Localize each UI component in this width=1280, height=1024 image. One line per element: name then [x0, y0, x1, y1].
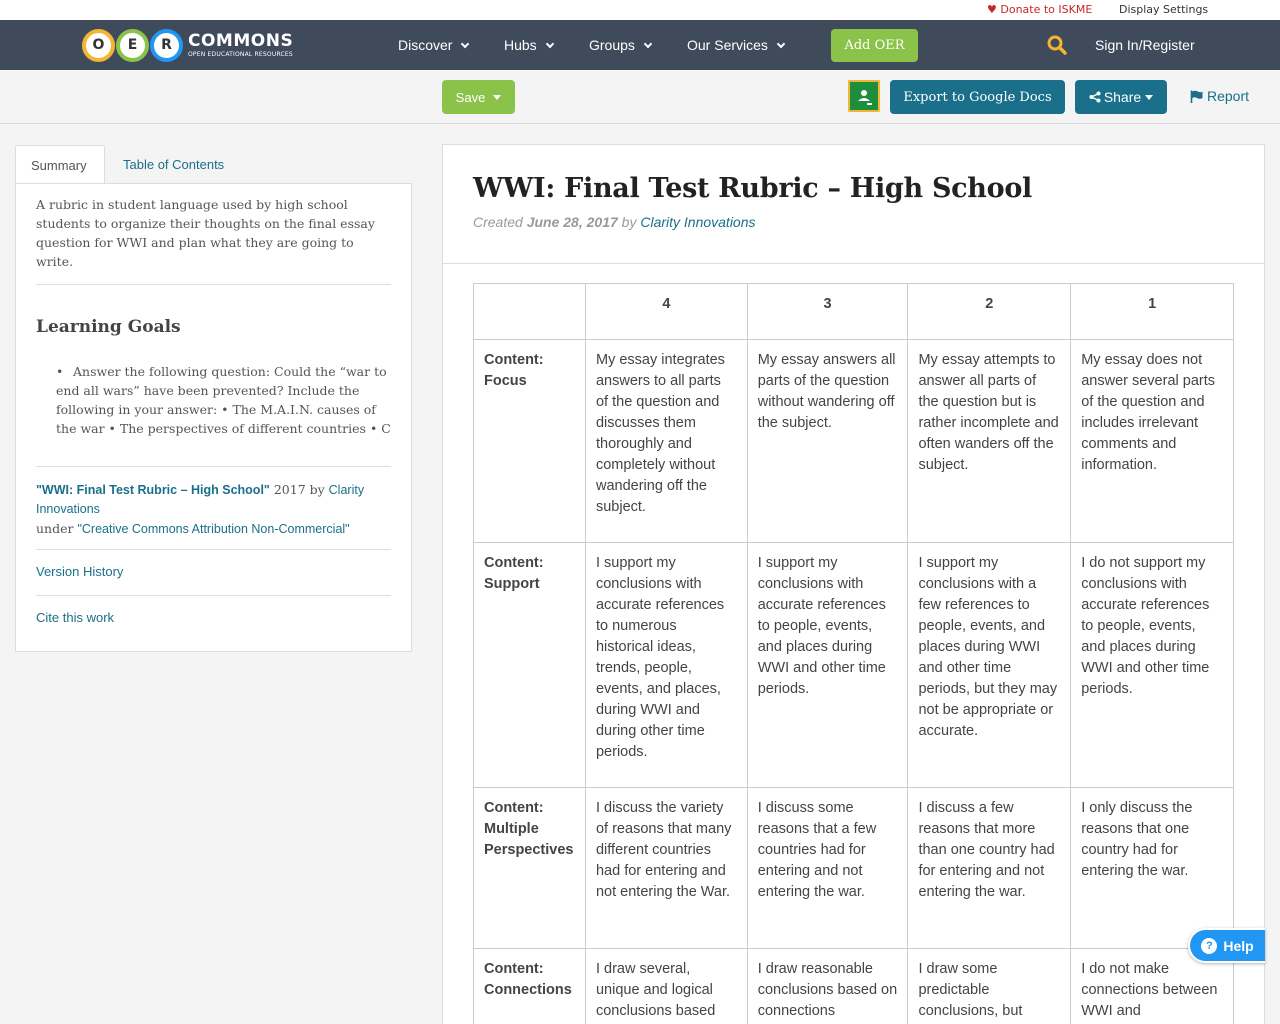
table-row: Content: Connections I draw several, uni…: [473, 948, 1234, 1024]
add-oer-button[interactable]: Add OER: [831, 29, 918, 62]
donate-link[interactable]: ♥ Donate to ISKME: [987, 3, 1092, 16]
table-cell: My essay integrates answers to all parts…: [584, 339, 748, 543]
nav-discover[interactable]: Discover: [398, 37, 470, 53]
table-row: Content: Multiple Perspectives I discuss…: [473, 787, 1234, 949]
nav-our-services[interactable]: Our Services: [687, 37, 786, 53]
chevron-down-icon: [776, 39, 786, 49]
divider: [443, 263, 1264, 264]
share-icon: [1089, 91, 1101, 103]
heart-icon: ♥: [987, 3, 997, 16]
logo-o: O: [82, 28, 115, 62]
criterion-cell: Content: Multiple Perspectives: [473, 787, 586, 949]
criterion-cell: Content: Support: [473, 542, 586, 788]
table-row: Content: Support I support my conclusion…: [473, 542, 1234, 788]
flag-icon: [1190, 90, 1203, 103]
column-header: 4: [584, 283, 748, 340]
tab-summary[interactable]: Summary: [15, 145, 105, 184]
table-cell: I discuss some reasons that a few countr…: [746, 787, 909, 949]
caret-down-icon: [493, 94, 502, 100]
learning-goals-list: • Answer the following question: Could t…: [56, 362, 394, 438]
utility-bar: ♥ Donate to ISKME Display Settings: [0, 0, 1280, 20]
help-button[interactable]: ? Help: [1188, 928, 1265, 963]
nav-hubs[interactable]: Hubs: [504, 37, 554, 53]
column-header: 2: [907, 283, 1072, 340]
table-cell: My essay does not answer several parts o…: [1070, 339, 1234, 543]
divider: [36, 284, 391, 285]
sidebar-tabs: Summary Table of Contents: [15, 145, 412, 184]
summary-panel: A rubric in student language used by hig…: [15, 183, 412, 652]
table-cell: I draw some predictable conclusions, but: [907, 948, 1072, 1024]
list-item: Answer the following question: Could the…: [56, 364, 391, 436]
nav-groups[interactable]: Groups: [589, 37, 653, 53]
table-cell: I support my conclusions with accurate r…: [584, 542, 748, 788]
column-header: 1: [1070, 283, 1234, 340]
resource-title-link[interactable]: "WWI: Final Test Rubric – High School": [36, 483, 270, 497]
logo-e: E: [116, 28, 149, 62]
save-button[interactable]: Save: [442, 80, 515, 114]
report-link[interactable]: Report: [1190, 88, 1249, 104]
page-title: WWI: Final Test Rubric – High School: [473, 173, 1032, 204]
export-google-docs-button[interactable]: Export to Google Docs: [890, 80, 1065, 114]
created-meta: Created June 28, 2017 by Clarity Innovat…: [473, 214, 756, 230]
caret-down-icon: [1145, 94, 1154, 100]
created-date: June 28, 2017: [526, 214, 618, 230]
table-row: Content: Focus My essay integrates answe…: [473, 339, 1234, 543]
google-classroom-icon[interactable]: [848, 80, 880, 112]
divider: [36, 595, 391, 596]
chevron-down-icon: [643, 39, 653, 49]
criterion-cell: Content: Connections: [473, 948, 586, 1024]
chevron-down-icon: [545, 39, 554, 49]
table-cell: My essay answers all parts of the questi…: [746, 339, 909, 543]
learning-goals-heading: Learning Goals: [36, 317, 181, 337]
table-cell: My essay attempts to answer all parts of…: [907, 339, 1072, 543]
column-header: 3: [746, 283, 909, 340]
logo-r: R: [150, 28, 183, 62]
table-cell: I discuss the variety of reasons that ma…: [584, 787, 748, 949]
logo-wordmark: COMMONS OPEN EDUCATIONAL RESOURCES: [188, 30, 294, 58]
criterion-cell: Content: Focus: [473, 339, 586, 543]
divider: [36, 549, 391, 550]
attribution: "WWI: Final Test Rubric – High School" 2…: [36, 482, 365, 536]
action-bar: Save Export to Google Docs Share Report: [0, 70, 1280, 124]
chevron-down-icon: [461, 39, 470, 49]
version-history-link[interactable]: Version History: [36, 564, 123, 579]
license-link[interactable]: "Creative Commons Attribution Non-Commer…: [77, 522, 349, 536]
search-icon[interactable]: [1047, 35, 1067, 55]
share-button[interactable]: Share: [1075, 80, 1167, 114]
main-navbar: O E R COMMONS OPEN EDUCATIONAL RESOURCES…: [0, 20, 1280, 70]
question-icon: ?: [1201, 937, 1218, 954]
rubric-table: 4 3 2 1 Content: Focus My essay integrat…: [473, 283, 1234, 1024]
author-link[interactable]: Clarity Innovations: [640, 214, 755, 230]
column-header: [473, 283, 586, 340]
resource-sidebar: Summary Table of Contents A rubric in st…: [15, 145, 412, 652]
table-cell: I support my conclusions with a few refe…: [907, 542, 1072, 788]
oer-commons-logo[interactable]: O E R COMMONS OPEN EDUCATIONAL RESOURCES: [82, 25, 293, 65]
cite-this-work-link[interactable]: Cite this work: [36, 610, 114, 625]
table-header-row: 4 3 2 1: [473, 283, 1234, 340]
table-cell: I do not support my conclusions with acc…: [1070, 542, 1234, 788]
summary-text: A rubric in student language used by hig…: [36, 197, 375, 269]
table-cell: I discuss a few reasons that more than o…: [907, 787, 1072, 949]
bullet-icon: •: [56, 364, 64, 379]
display-settings-link[interactable]: Display Settings: [1119, 3, 1208, 16]
table-cell: I support my conclusions with accurate r…: [746, 542, 909, 788]
table-cell: I draw several, unique and logical concl…: [584, 948, 748, 1024]
table-cell: I only discuss the reasons that one coun…: [1070, 787, 1234, 949]
sign-in-register-link[interactable]: Sign In/Register: [1095, 37, 1195, 53]
table-cell: I draw reasonable conclusions based on c…: [746, 948, 909, 1024]
tab-table-of-contents[interactable]: Table of Contents: [108, 145, 239, 184]
divider: [36, 466, 391, 467]
classroom-person-icon: [858, 90, 872, 105]
